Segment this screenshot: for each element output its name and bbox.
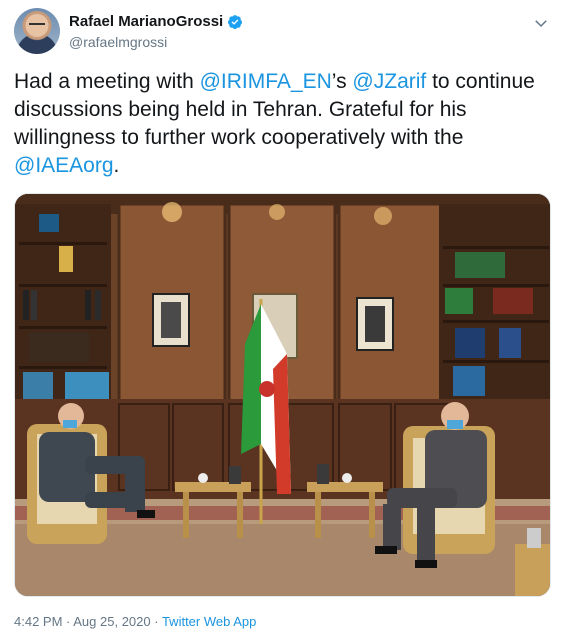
- avatar[interactable]: [14, 8, 60, 54]
- meeting-photo-illustration: [15, 194, 550, 596]
- tweet-card: Rafael MarianoGrossi @rafaelmgrossi Had …: [0, 0, 566, 641]
- tweet-date[interactable]: Aug 25, 2020: [73, 614, 150, 629]
- tweet-meta: 4:42 PM · Aug 25, 2020 · Twitter Web App: [14, 614, 256, 629]
- chevron-down-icon[interactable]: [532, 14, 550, 32]
- author-display-name[interactable]: Rafael MarianoGrossi: [69, 13, 223, 30]
- author-name-row[interactable]: Rafael MarianoGrossi: [69, 13, 243, 30]
- mention-link-jzarif[interactable]: @JZarif: [352, 70, 426, 93]
- meta-separator: ·: [62, 614, 74, 629]
- tweet-source-app[interactable]: Twitter Web App: [162, 614, 256, 629]
- tweet-text: Had a meeting with @IRIMFA_EN’s @JZarif …: [14, 68, 554, 180]
- mention-link-irimfa[interactable]: @IRIMFA_EN: [200, 70, 332, 93]
- verified-badge-icon: [228, 14, 243, 29]
- meta-separator: ·: [150, 614, 162, 629]
- tweet-time[interactable]: 4:42 PM: [14, 614, 62, 629]
- mention-link-iaeaorg[interactable]: @IAEAorg: [14, 154, 114, 177]
- tweet-text-segment: .: [113, 154, 120, 177]
- tweet-header: Rafael MarianoGrossi @rafaelmgrossi: [14, 8, 552, 58]
- tweet-photo[interactable]: [14, 193, 551, 597]
- author-handle[interactable]: @rafaelmgrossi: [69, 34, 167, 50]
- tweet-text-segment: ’s: [331, 70, 353, 93]
- tweet-text-segment: Had a meeting with: [14, 70, 200, 93]
